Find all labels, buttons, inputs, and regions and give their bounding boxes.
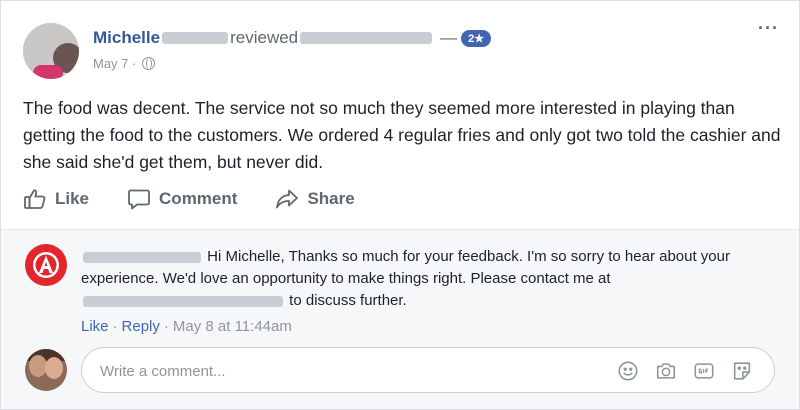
gif-icon[interactable] [692, 360, 716, 382]
comment-button[interactable]: Comment [127, 187, 237, 211]
comment-composer[interactable] [81, 347, 775, 393]
share-button[interactable]: Share [275, 187, 355, 211]
composer-icons [616, 360, 754, 382]
redacted-page-name [300, 32, 433, 44]
redacted-email [83, 295, 283, 307]
reply-link[interactable]: Reply [122, 318, 160, 335]
reviewed-label: reviewed [230, 28, 299, 47]
post-date[interactable]: May 7 · [93, 56, 136, 71]
share-label: Share [307, 189, 355, 208]
separator-dot: · [112, 318, 118, 335]
post-actions: Like Comment Share [23, 187, 355, 211]
redacted-surname [162, 32, 229, 44]
reply-text-part2: to discuss further. [289, 292, 407, 309]
post-meta: May 7 · [93, 56, 156, 71]
reply-like-link[interactable]: Like [81, 318, 109, 335]
like-button[interactable]: Like [23, 187, 89, 211]
comment-input[interactable] [98, 359, 602, 383]
more-options-button[interactable]: ··· [758, 19, 779, 37]
post-header: Michelle reviewed — 2★ [93, 27, 492, 49]
thumbs-up-icon [24, 189, 46, 209]
speech-bubble-icon [128, 189, 150, 210]
comment-label: Comment [159, 189, 238, 208]
page-reply: Hi Michelle, Thanks so much for your fee… [81, 246, 761, 312]
like-label: Like [55, 189, 90, 208]
current-user-avatar [25, 349, 67, 391]
review-post-card: Michelle reviewed — 2★ May 7 · ··· The f… [0, 0, 800, 410]
rating-badge[interactable]: 2★ [461, 29, 492, 47]
review-text: The food was decent. The service not so … [23, 98, 781, 172]
separator-dot: · [163, 318, 169, 335]
burger-logo-icon [33, 252, 59, 278]
page-avatar[interactable] [25, 244, 67, 286]
smiley-icon[interactable] [616, 360, 640, 382]
header-dash: — [440, 28, 458, 47]
sticker-icon[interactable] [730, 360, 754, 382]
author-avatar[interactable] [23, 23, 79, 79]
author-name[interactable]: Michelle [93, 28, 160, 48]
reply-meta: Like · Reply · May 8 at 11:44am [81, 318, 292, 335]
reply-timestamp[interactable]: May 8 at 11:44am [173, 318, 292, 335]
camera-icon[interactable] [654, 360, 678, 382]
share-arrow-icon [276, 189, 299, 209]
globe-icon [142, 57, 156, 70]
redacted-page-name[interactable] [83, 251, 201, 263]
